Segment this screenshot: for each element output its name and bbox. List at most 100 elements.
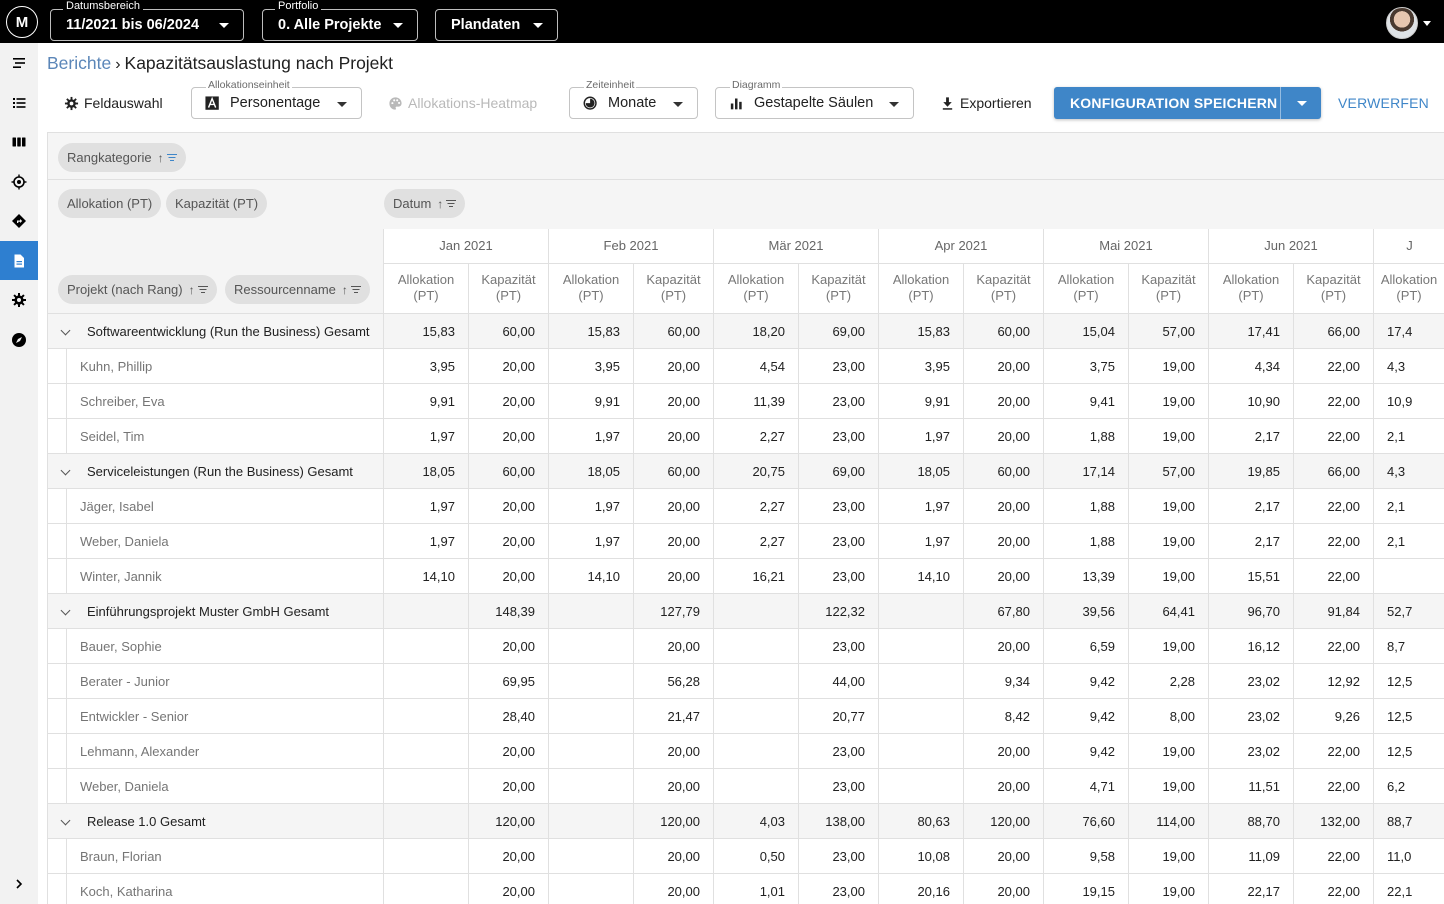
diagram-select[interactable]: Diagramm Gestapelte Säulen [715,80,914,119]
tree-guide-line [66,769,67,803]
column-header-month[interactable]: Apr 2021 [879,229,1044,264]
target-icon[interactable] [0,162,38,201]
chip-allokation[interactable]: Allokation (PT) [58,189,162,218]
chevron-down-icon[interactable] [60,605,71,616]
discard-button[interactable]: VERWERFEN [1338,95,1429,111]
portfolio-select[interactable]: Portfolio 0. Alle Projekte [262,0,418,41]
column-header-kapazitaet[interactable]: Kapazität (PT) [964,264,1044,314]
caret-down-icon [533,23,543,28]
filter-icon[interactable] [167,154,177,162]
table-cell: 2,17 [1209,489,1294,524]
compass-icon[interactable] [0,320,38,359]
table-cell: 15,83 [879,314,964,349]
caret-down-icon[interactable] [1297,101,1307,106]
date-range-select[interactable]: Datumsbereich 11/2021 bis 06/2024 [50,0,244,41]
column-header-month[interactable]: Jun 2021 [1209,229,1374,264]
save-config-button[interactable]: KONFIGURATION SPEICHERN [1054,87,1321,119]
page-title: Kapazitätsauslastung nach Projekt [124,53,394,73]
column-header-month[interactable]: Mär 2021 [714,229,879,264]
columns-icon[interactable] [0,122,38,161]
chevron-down-icon[interactable] [60,465,71,476]
menu-collapse-icon[interactable] [0,43,38,82]
breadcrumb-berichte[interactable]: Berichte [47,53,111,73]
app-logo[interactable]: M [6,6,38,38]
chevron-right-icon[interactable] [0,864,38,903]
sort-asc-icon[interactable]: ↑ [437,197,443,211]
sort-asc-icon[interactable]: ↑ [158,151,164,165]
table-cell: 19,00 [1129,384,1209,419]
group-row-label[interactable]: Release 1.0 Gesamt [48,804,384,839]
table-cell: 148,39 [469,594,549,629]
group-row-label[interactable]: Serviceleistungen (Run the Business) Ges… [48,454,384,489]
table-cell: 88,70 [1209,804,1294,839]
table-cell: 4,03 [714,804,799,839]
table-cell [879,769,964,804]
field-select-button[interactable]: Feldauswahl [64,88,163,118]
table-cell: 20,00 [964,384,1044,419]
table-cell: 4,3 [1374,454,1444,489]
data-type-select[interactable]: Plandaten [435,9,558,41]
column-header-month[interactable]: J [1374,229,1444,264]
column-header-allokation[interactable]: Allokation (PT) [714,264,799,314]
column-header-allokation[interactable]: Allokation (PT) [384,264,469,314]
table-cell: 22,00 [1294,874,1374,904]
sidebar [0,43,38,904]
column-header-kapazitaet[interactable]: Kapazität (PT) [1129,264,1209,314]
column-header-kapazitaet[interactable]: Kapazität (PT) [799,264,879,314]
tree-guide-line [66,384,67,418]
directions-icon[interactable] [0,201,38,240]
column-header-allokation[interactable]: Allokation (PT) [1209,264,1294,314]
chevron-down-icon[interactable] [60,325,71,336]
table-cell: 132,00 [1294,804,1374,839]
table-cell: 23,00 [799,769,879,804]
table-cell: 4,3 [1374,349,1444,384]
chevron-down-icon[interactable] [60,815,71,826]
column-header-allokation[interactable]: Allokation (PT) [1044,264,1129,314]
table-cell: 57,00 [1129,314,1209,349]
chip-datum[interactable]: Datum ↑ [384,189,466,218]
column-header-allokation[interactable]: Allokation (PT) [549,264,634,314]
table-cell: 20,00 [634,489,714,524]
group-row-label[interactable]: Softwareentwicklung (Run the Business) G… [48,314,384,349]
column-header-kapazitaet[interactable]: Kapazität (PT) [634,264,714,314]
column-header-month[interactable]: Jan 2021 [384,229,549,264]
table-cell: 15,04 [1044,314,1129,349]
caret-down-icon[interactable] [1423,21,1431,26]
time-unit-select[interactable]: Zeiteinheit Monate [569,80,698,119]
chip-rangkategorie[interactable]: Rangkategorie ↑ [58,143,186,172]
column-header-kapazitaet[interactable]: Kapazität (PT) [1294,264,1374,314]
heatmap-button[interactable]: Allokations-Heatmap [388,88,537,118]
table-cell: 20,00 [469,349,549,384]
table-cell: 19,00 [1129,839,1209,874]
table-cell: 76,60 [1044,804,1129,839]
table-cell: 18,20 [714,314,799,349]
group-row-label[interactable]: Einführungsprojekt Muster GmbH Gesamt [48,594,384,629]
chip-kapazitaet[interactable]: Kapazität (PT) [166,189,268,218]
table-cell: 0,50 [714,839,799,874]
table-cell: 3,95 [879,349,964,384]
date-range-label: Datumsbereich [63,0,143,12]
column-header-month[interactable]: Mai 2021 [1044,229,1209,264]
table-cell: 20,00 [964,874,1044,904]
column-header-kapazitaet[interactable]: Kapazität (PT) [469,264,549,314]
table-cell: 22,00 [1294,769,1374,804]
settings-icon[interactable] [0,280,38,319]
allocation-unit-select[interactable]: Allokationseinheit Personentage [191,80,362,119]
table-cell: 20,00 [634,559,714,594]
table-cell: 20,00 [634,769,714,804]
tree-guide-line [66,839,67,873]
column-header-allokation[interactable]: Allokation (PT) [1374,264,1444,314]
report-icon[interactable] [0,241,38,280]
list-icon[interactable] [0,83,38,122]
export-button[interactable]: Exportieren [940,88,1032,118]
caret-down-icon [673,102,683,107]
filter-icon[interactable] [446,200,456,208]
table-cell: 3,95 [549,349,634,384]
column-header-allokation[interactable]: Allokation (PT) [879,264,964,314]
table-cell: 9,42 [1044,734,1129,769]
column-header-month[interactable]: Feb 2021 [549,229,714,264]
diagram-value: Gestapelte Säulen [754,95,874,111]
user-avatar[interactable] [1386,7,1418,39]
resource-row-label: Lehmann, Alexander [48,734,384,769]
table-cell [549,594,634,629]
